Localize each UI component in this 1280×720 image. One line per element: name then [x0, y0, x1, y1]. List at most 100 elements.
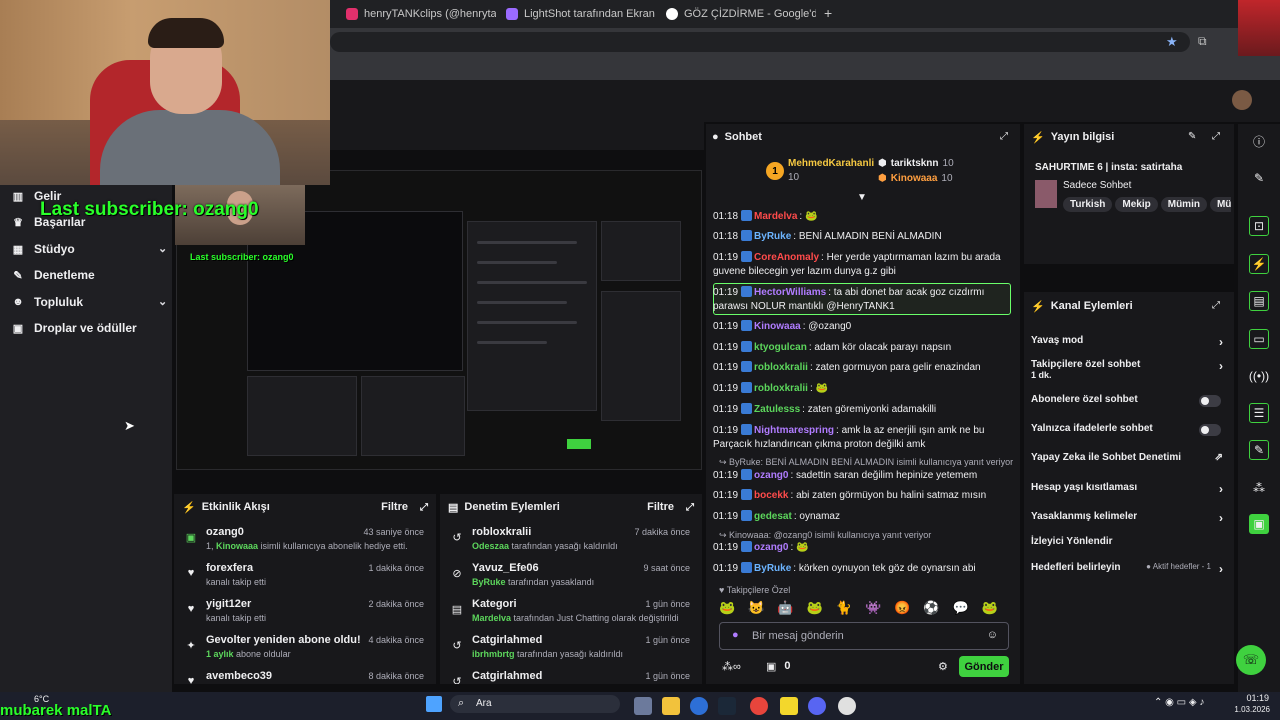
mod-row[interactable]: Yasaklanmış kelimeler ›: [1031, 511, 1229, 525]
toggle-switch[interactable]: [1199, 424, 1221, 436]
modlog-name[interactable]: Yavuz_Efe06: [472, 562, 539, 574]
message-username[interactable]: Mardelva: [754, 211, 797, 222]
popout-icon[interactable]: ⤢: [1212, 131, 1220, 142]
steam-icon[interactable]: [718, 697, 736, 715]
emote-icon[interactable]: 🤖: [777, 600, 793, 616]
emote-icon[interactable]: 🐸: [807, 600, 823, 616]
popout-icon[interactable]: ⤢: [1000, 131, 1008, 142]
browser-tab-3[interactable]: GÖZ ÇİZDİRME - Google'da Ara: [666, 4, 816, 24]
pencil-icon[interactable]: ✎: [1188, 131, 1196, 142]
app-icon[interactable]: [690, 697, 708, 715]
support-icon[interactable]: ☏: [1236, 645, 1266, 675]
extensions-icon[interactable]: ⧉: [1198, 34, 1207, 49]
toggle-switch[interactable]: [1199, 395, 1221, 407]
tag[interactable]: Turkish: [1063, 197, 1113, 212]
popout-icon[interactable]: ⤢: [686, 502, 694, 513]
activity-name[interactable]: avembeco39: [206, 670, 272, 682]
activity-name[interactable]: ozang0: [206, 526, 244, 538]
collapse-icon[interactable]: ▼: [857, 192, 867, 203]
message-username[interactable]: Zatulesss: [754, 404, 800, 415]
message-username[interactable]: gedesat: [754, 511, 792, 522]
start-icon[interactable]: [426, 696, 442, 712]
list-icon[interactable]: ☰: [1249, 403, 1269, 423]
users-icon[interactable]: ⁂: [1249, 478, 1269, 498]
leader-name[interactable]: tariktsknn: [891, 158, 939, 169]
chrome-icon[interactable]: [750, 697, 768, 715]
emote-icon[interactable]: ⚽: [923, 600, 939, 616]
mod-row[interactable]: Yalnızca ifadelerle sohbet: [1031, 423, 1229, 436]
emoji-icon[interactable]: ☺: [987, 629, 998, 641]
activity-filter-button[interactable]: Filtre: [381, 501, 408, 513]
send-button[interactable]: Gönder: [959, 656, 1009, 677]
category-name[interactable]: Sadece Sohbet: [1063, 180, 1131, 191]
modlog-filter-button[interactable]: Filtre: [647, 501, 674, 513]
document-icon[interactable]: ▤: [1249, 291, 1269, 311]
channel-points[interactable]: ▣ 0: [766, 660, 791, 673]
nav-item-studyo[interactable]: ▦ Stüdyo ⌄: [12, 238, 170, 260]
file-explorer-icon[interactable]: [662, 697, 680, 715]
info-icon[interactable]: ⓘ: [1249, 131, 1269, 151]
tag[interactable]: Mekip: [1115, 197, 1158, 212]
discord-icon[interactable]: [808, 697, 826, 715]
mod-row[interactable]: Yapay Zeka ile Sohbet Denetimi ⇗: [1031, 452, 1229, 463]
message-username[interactable]: ByRuke: [754, 563, 791, 574]
sticky-icon[interactable]: [780, 697, 798, 715]
message-username[interactable]: Nightmarespring: [754, 425, 834, 436]
bolt-icon[interactable]: ⚡: [1249, 254, 1269, 274]
new-tab-button[interactable]: +: [824, 5, 832, 21]
taskbar-search[interactable]: ⌕ Ara: [450, 695, 620, 713]
mod-row[interactable]: Abonelere özel sohbet: [1031, 394, 1229, 407]
nav-item-denetleme[interactable]: ✎ Denetleme: [12, 264, 94, 286]
modlog-name[interactable]: Catgirlahmed: [472, 634, 542, 646]
message-username[interactable]: ozang0: [754, 470, 788, 481]
message-username[interactable]: HectorWilliams: [754, 287, 826, 298]
mod-row[interactable]: Hedefleri belirleyin ● Aktif hedefler - 1…: [1031, 562, 1229, 576]
app-icon[interactable]: ▣: [1249, 514, 1269, 534]
tag[interactable]: Mümin: [1160, 197, 1207, 212]
app-icon[interactable]: [838, 697, 856, 715]
activity-name[interactable]: Gevolter yeniden abone oldu!: [206, 634, 361, 646]
nav-item-topluluk[interactable]: ☻ Topluluk ⌄: [12, 291, 170, 313]
modlog-name[interactable]: robloxkralii: [472, 526, 531, 538]
avatar[interactable]: [1232, 90, 1252, 110]
chat-bubble-icon[interactable]: ▭: [1249, 329, 1269, 349]
message-username[interactable]: robloxkralii: [754, 362, 808, 373]
emote-icon[interactable]: 🐸: [982, 600, 998, 616]
mod-row[interactable]: Takipçilere özel sohbet 1 dk. ›: [1031, 359, 1229, 380]
infinity-icon[interactable]: ⁂∞: [722, 660, 741, 673]
emote-icon[interactable]: 😺: [748, 600, 764, 616]
message-username[interactable]: Kinowaaa: [754, 321, 801, 332]
message-username[interactable]: CoreAnomaly: [754, 252, 819, 263]
mod-row[interactable]: Hesap yaşı kısıtlaması ›: [1031, 482, 1229, 496]
emote-icon[interactable]: 👾: [865, 600, 881, 616]
address-input[interactable]: [330, 32, 1190, 52]
browser-tab-1[interactable]: henryTANKclips (@henrytankcl ✕: [346, 4, 496, 24]
message-username[interactable]: bocekk: [754, 490, 788, 501]
message-username[interactable]: ByRuke: [754, 231, 791, 242]
emote-icon[interactable]: 😡: [894, 600, 910, 616]
modlog-name[interactable]: Catgirlahmed: [472, 670, 542, 682]
nav-item-droplar[interactable]: ▣ Droplar ve ödüller: [12, 317, 137, 339]
chat-input[interactable]: ● Bir mesaj gönderin ☺: [719, 622, 1009, 650]
tray-icons[interactable]: ⌃ ◉ ▭ ◈ ♪: [1154, 697, 1204, 708]
mic-icon[interactable]: ●: [732, 629, 739, 641]
pencil-icon[interactable]: ✎: [1249, 168, 1269, 188]
mod-row[interactable]: Yavaş mod ›: [1031, 335, 1229, 349]
popout-icon[interactable]: ⤢: [420, 502, 428, 513]
focus-icon[interactable]: ⊡: [1249, 216, 1269, 236]
emote-icon[interactable]: 🐸: [719, 600, 735, 616]
broadcast-icon[interactable]: ((•)): [1249, 366, 1269, 386]
task-view-icon[interactable]: [634, 697, 652, 715]
modlog-name[interactable]: Kategori: [472, 598, 517, 610]
leader-name[interactable]: Kinowaaa: [891, 173, 938, 184]
message-username[interactable]: ozang0: [754, 542, 788, 553]
activity-name[interactable]: yigit12er: [206, 598, 251, 610]
emote-icon[interactable]: 💬: [953, 600, 969, 616]
emote-icon[interactable]: 🐈: [836, 600, 852, 616]
message-username[interactable]: ktyogulcan: [754, 342, 807, 353]
gear-icon[interactable]: ⚙: [938, 660, 948, 673]
tag[interactable]: Müs: [1209, 197, 1231, 212]
leader-name[interactable]: MehmedKarahanli: [788, 158, 874, 169]
popout-icon[interactable]: ⤢: [1212, 300, 1220, 311]
mod-row[interactable]: İzleyici Yönlendir: [1031, 536, 1229, 547]
